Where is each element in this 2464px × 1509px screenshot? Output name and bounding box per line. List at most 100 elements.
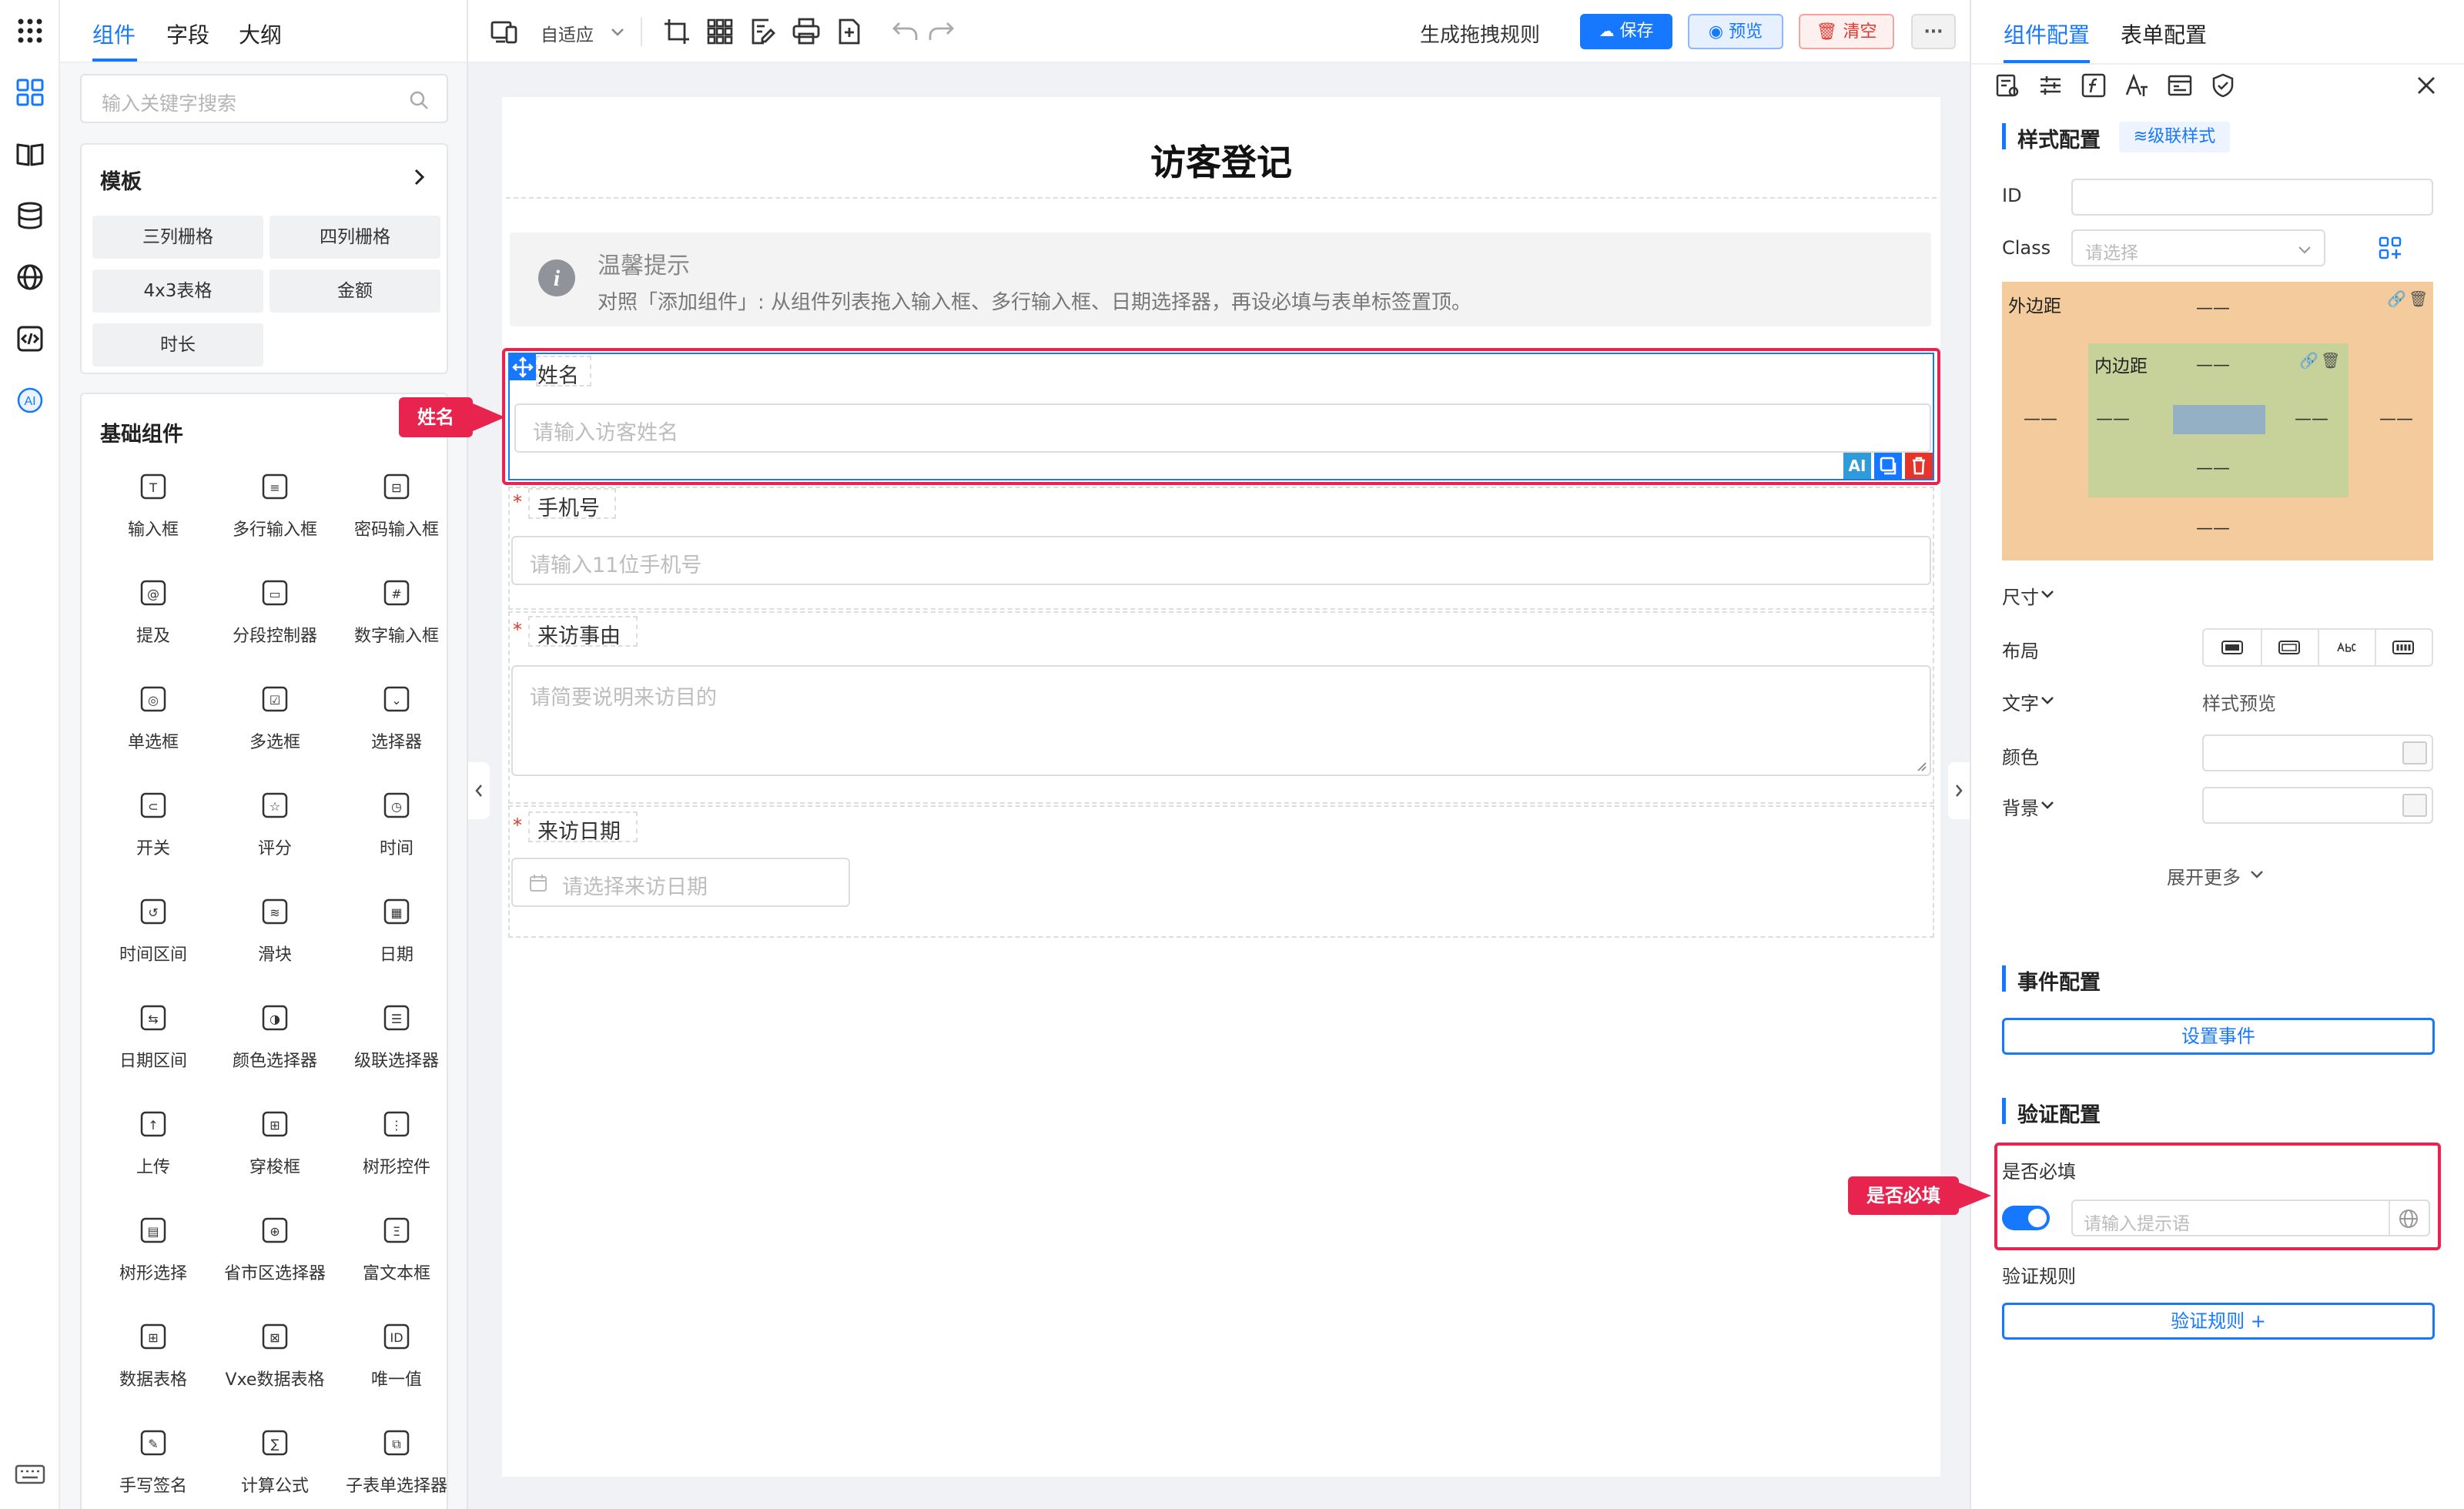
field-phone[interactable]: * 手机号 请输入11位手机号 (508, 487, 1934, 610)
export-icon[interactable] (835, 17, 864, 46)
code-icon[interactable] (15, 323, 45, 354)
ai-tool-button[interactable]: AI (1843, 453, 1871, 479)
save-button[interactable]: ☁ 保存 (1580, 14, 1672, 49)
shield-icon[interactable] (2210, 72, 2236, 99)
component-time[interactable]: ◷ 时间 (336, 790, 457, 859)
search-input[interactable]: 输入关键字搜索 (80, 74, 448, 123)
component-slider[interactable]: ≋ 滑块 (214, 896, 336, 965)
inline-layout-icon[interactable] (2335, 639, 2358, 656)
close-icon[interactable] (2415, 74, 2438, 97)
component-region[interactable]: ⊕ 省市区选择器 (214, 1215, 336, 1284)
book-icon[interactable] (15, 139, 45, 169)
database-icon[interactable] (15, 200, 45, 231)
component-input[interactable]: T 输入框 (92, 471, 214, 540)
expand-more-button[interactable]: 展开更多 (2167, 862, 2241, 889)
inline-block-layout-icon[interactable] (2278, 639, 2301, 656)
component-upload[interactable]: ↑ 上传 (92, 1109, 214, 1178)
preview-button[interactable]: ◉ 预览 (1688, 14, 1783, 49)
component-rate[interactable]: ☆ 评分 (214, 790, 336, 859)
component-tree[interactable]: ⋮ 树形控件 (336, 1109, 457, 1178)
component-table[interactable]: ⊞ 数据表格 (92, 1321, 214, 1390)
component-signature[interactable]: ✎ 手写签名 (92, 1427, 214, 1497)
keyboard-icon[interactable] (15, 1463, 45, 1486)
set-event-button[interactable]: 设置事件 (2002, 1018, 2435, 1055)
block-layout-icon[interactable] (2221, 639, 2244, 656)
trash-icon[interactable]: 🗑 (2409, 289, 2428, 308)
function-icon[interactable] (2081, 72, 2107, 99)
margin-right[interactable]: —— (2379, 410, 2413, 429)
copy-icon[interactable] (1874, 453, 1902, 479)
add-validation-rule-button[interactable]: 验证规则 + (2002, 1303, 2435, 1340)
color-input[interactable] (2202, 734, 2433, 771)
link-icon[interactable]: 🔗 (2299, 351, 2318, 370)
template-item[interactable]: 金额 (270, 269, 440, 313)
component-date[interactable]: ▦ 日期 (336, 896, 457, 965)
cascade-style-button[interactable]: ≋级联样式 (2119, 122, 2230, 152)
chevron-down-icon[interactable] (2039, 796, 2056, 813)
template-item[interactable]: 4x3表格 (92, 269, 263, 313)
field-reason[interactable]: * 来访事由 请简要说明来访目的 (508, 611, 1934, 804)
component-formula[interactable]: ∑ 计算公式 (214, 1427, 336, 1497)
tab-fields[interactable]: 字段 (166, 18, 209, 49)
component-color[interactable]: ◑ 颜色选择器 (214, 1002, 336, 1072)
background-input[interactable] (2202, 787, 2433, 824)
apps-grid-icon[interactable] (15, 15, 45, 46)
globe-icon[interactable] (15, 262, 45, 293)
adaptive-select[interactable]: 自适应 (541, 20, 594, 46)
form-settings-icon[interactable] (1994, 72, 2020, 99)
tab-component-config[interactable]: 组件配置 (2004, 18, 2090, 49)
collapse-left-handle[interactable] (468, 762, 490, 819)
tab-components[interactable]: 组件 (92, 18, 136, 49)
chevron-right-icon[interactable] (408, 166, 430, 188)
field-date[interactable]: * 来访日期 请选择来访日期 (508, 805, 1934, 938)
component-cascader[interactable]: ☰ 级联选择器 (336, 1002, 457, 1072)
resize-handle-icon[interactable] (1914, 759, 1927, 771)
device-icon[interactable] (490, 17, 519, 46)
margin-top[interactable]: —— (2196, 299, 2230, 318)
text-style-icon[interactable] (2124, 72, 2150, 99)
tab-outline[interactable]: 大纲 (239, 18, 282, 49)
component-transfer[interactable]: ⊞ 穿梭框 (214, 1109, 336, 1178)
sliders-icon[interactable] (2037, 72, 2064, 99)
component-switch[interactable]: ⊂ 开关 (92, 790, 214, 859)
component-vxe-table[interactable]: ⊠ Vxe数据表格 (214, 1321, 336, 1390)
component-time-range[interactable]: ↺ 时间区间 (92, 896, 214, 965)
component-unique-id[interactable]: ID 唯一值 (336, 1321, 457, 1390)
component-checkbox[interactable]: ☑ 多选框 (214, 684, 336, 753)
component-number[interactable]: # 数字输入框 (336, 577, 457, 647)
size-label[interactable]: 尺寸 (2002, 582, 2039, 609)
component-textarea[interactable]: ≡ 多行输入框 (214, 471, 336, 540)
template-item[interactable]: 时长 (92, 323, 263, 366)
chevron-down-icon[interactable] (2039, 691, 2056, 708)
margin-left[interactable]: —— (2024, 410, 2057, 429)
padding-bottom[interactable]: —— (2196, 459, 2230, 478)
background-label[interactable]: 背景 (2002, 793, 2039, 820)
date-picker[interactable]: 请选择来访日期 (511, 858, 850, 907)
template-item[interactable]: 三列栅格 (92, 216, 263, 259)
chevron-down-icon[interactable] (608, 23, 627, 42)
text-label[interactable]: 文字 (2002, 688, 2039, 715)
tab-form-config[interactable]: 表单配置 (2121, 18, 2207, 49)
required-message-input[interactable]: 请输入提示语 (2071, 1200, 2430, 1236)
layout-icon[interactable] (2167, 72, 2193, 99)
component-segmented[interactable]: ▭ 分段控制器 (214, 577, 336, 647)
id-input[interactable] (2071, 179, 2433, 216)
trash-icon[interactable]: 🗑 (2321, 351, 2340, 370)
field-name[interactable]: 姓名 请输入访客姓名 AI (508, 353, 1934, 480)
components-icon[interactable] (15, 77, 45, 108)
add-class-icon[interactable] (2378, 236, 2402, 260)
component-date-range[interactable]: ⇆ 日期区间 (92, 1002, 214, 1072)
required-toggle[interactable] (2002, 1206, 2050, 1230)
chevron-down-icon[interactable] (2248, 865, 2265, 882)
delete-icon[interactable] (1905, 453, 1933, 479)
component-radio[interactable]: ◎ 单选框 (92, 684, 214, 753)
more-button[interactable]: ··· (1911, 14, 1956, 49)
margin-bottom[interactable]: —— (2196, 519, 2230, 538)
color-swatch-icon[interactable] (2402, 741, 2427, 765)
margin-box[interactable]: 外边距 🔗 🗑 —— —— —— —— 内边距 🔗 🗑 —— —— —— —— (2002, 282, 2433, 560)
print-icon[interactable] (792, 17, 821, 46)
component-tree-select[interactable]: ▤ 树形选择 (92, 1215, 214, 1284)
template-item[interactable]: 四列栅格 (270, 216, 440, 259)
crop-icon[interactable] (662, 17, 691, 46)
flex-layout-icon[interactable] (2392, 639, 2415, 656)
